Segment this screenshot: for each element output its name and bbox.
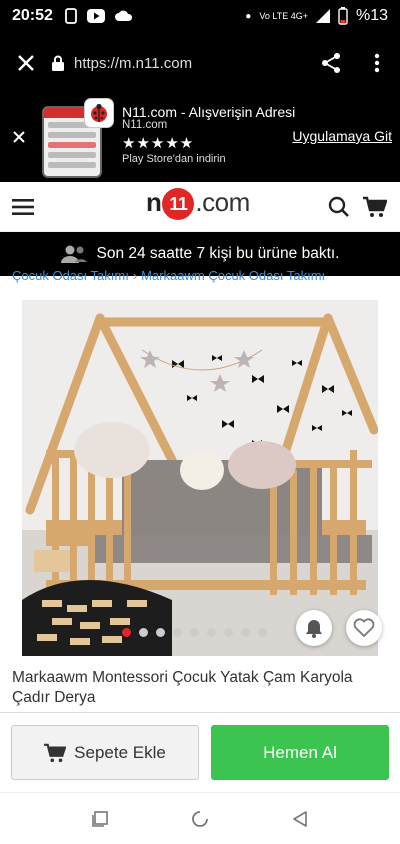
carousel-dot[interactable] — [173, 628, 182, 637]
logo-dotcom: .com — [195, 187, 250, 217]
home-button[interactable] — [188, 807, 212, 831]
favorite-button[interactable] — [346, 610, 382, 646]
recents-icon — [92, 811, 108, 827]
battery-percent: %13 — [355, 7, 388, 24]
bell-icon — [306, 620, 322, 638]
url-bar[interactable]: https://m.n11.com — [52, 55, 308, 72]
hamburger-icon — [12, 198, 34, 215]
cart-button[interactable] — [360, 192, 390, 222]
purchase-actions: Sepete Ekle Hemen Al — [0, 712, 400, 792]
breadcrumb-item-category[interactable]: Çocuk Odası Takımı — [12, 268, 129, 283]
lock-icon — [52, 55, 64, 71]
back-button[interactable] — [288, 807, 312, 831]
banner-subtitle: N11.com — [122, 119, 168, 131]
carousel-dot[interactable] — [122, 628, 131, 637]
notice-text: Son 24 saatte 7 kişi bu ürüne baktı. — [96, 245, 340, 262]
breadcrumb: Çocuk Odası Takımı › Markaawm Çocuk Odası … — [12, 268, 392, 283]
network-label: Vo LTE 4G+ — [259, 11, 308, 21]
carousel-dot[interactable] — [139, 628, 148, 637]
carousel-dot[interactable] — [207, 628, 216, 637]
menu-button[interactable] — [0, 182, 46, 232]
carousel-dot[interactable] — [258, 628, 267, 637]
youtube-icon — [86, 9, 105, 23]
banner-close-button[interactable] — [8, 126, 30, 148]
status-time: 20:52 — [12, 7, 53, 24]
dot-icon: ● — [245, 10, 252, 22]
breadcrumb-item-brand[interactable]: Markaawm Çocuk Odası Takımı — [141, 268, 325, 283]
phone-icon — [65, 8, 77, 24]
site-header: n 11 .com — [0, 182, 400, 232]
status-notification-icons — [65, 8, 133, 24]
browser-toolbar: https://m.n11.com — [0, 32, 400, 94]
status-system-icons: ● Vo LTE 4G+ %13 — [245, 7, 388, 25]
battery-icon — [338, 7, 348, 25]
carousel-dot[interactable] — [241, 628, 250, 637]
bed-illustration — [22, 300, 378, 656]
banner-store-text: Play Store'dan indirin — [122, 153, 226, 165]
banner-title: N11.com - Alışverişin Adresi — [122, 104, 296, 120]
share-icon — [322, 53, 340, 73]
add-to-cart-label: Sepete Ekle — [74, 742, 166, 762]
close-tab-button[interactable] — [0, 32, 52, 94]
rating-stars: ★★★★★ — [122, 135, 195, 152]
heart-icon — [353, 618, 375, 638]
close-icon — [13, 131, 25, 143]
home-circle-icon — [192, 811, 208, 827]
people-icon — [60, 245, 87, 263]
search-button[interactable] — [324, 192, 354, 222]
app-install-banner: N11.com - Alışverişin Adresi N11.com ★★★… — [0, 94, 400, 182]
add-to-cart-button[interactable]: Sepete Ekle — [11, 725, 199, 780]
recent-apps-button[interactable] — [88, 807, 112, 831]
price-alarm-button[interactable] — [296, 610, 332, 646]
url-text: https://m.n11.com — [74, 54, 193, 72]
cart-icon — [363, 196, 387, 217]
product-gallery — [0, 288, 400, 660]
cloud-icon — [114, 10, 132, 21]
close-icon — [18, 55, 34, 71]
product-title: Markaawm Montessori Çocuk Yatak Çam Kary… — [12, 669, 353, 706]
browser-menu-button[interactable] — [354, 32, 400, 94]
carousel-dot[interactable] — [224, 628, 233, 637]
n11-logo[interactable]: n 11 .com — [146, 186, 250, 220]
status-bar: 20:52 ● Vo LTE 4G+ %13 — [0, 0, 400, 32]
ladybug-icon — [91, 103, 107, 122]
buy-now-label: Hemen Al — [263, 742, 337, 762]
n11-app-icon — [84, 98, 114, 128]
carousel-dot[interactable] — [190, 628, 199, 637]
logo-n: n — [146, 187, 162, 217]
buy-now-button[interactable]: Hemen Al — [211, 725, 389, 780]
more-vertical-icon — [374, 53, 380, 73]
share-button[interactable] — [308, 32, 354, 94]
breadcrumb-separator: › — [132, 268, 138, 283]
cart-icon — [44, 743, 67, 762]
signal-icon — [315, 9, 330, 23]
carousel-dots — [122, 628, 267, 637]
logo-11: 11 — [162, 188, 195, 220]
system-nav-bar — [0, 792, 400, 844]
search-icon — [328, 196, 349, 217]
back-triangle-icon — [293, 811, 307, 827]
product-image[interactable] — [22, 300, 378, 656]
carousel-dot[interactable] — [156, 628, 165, 637]
open-app-link[interactable]: Uygulamaya Git — [292, 128, 392, 144]
